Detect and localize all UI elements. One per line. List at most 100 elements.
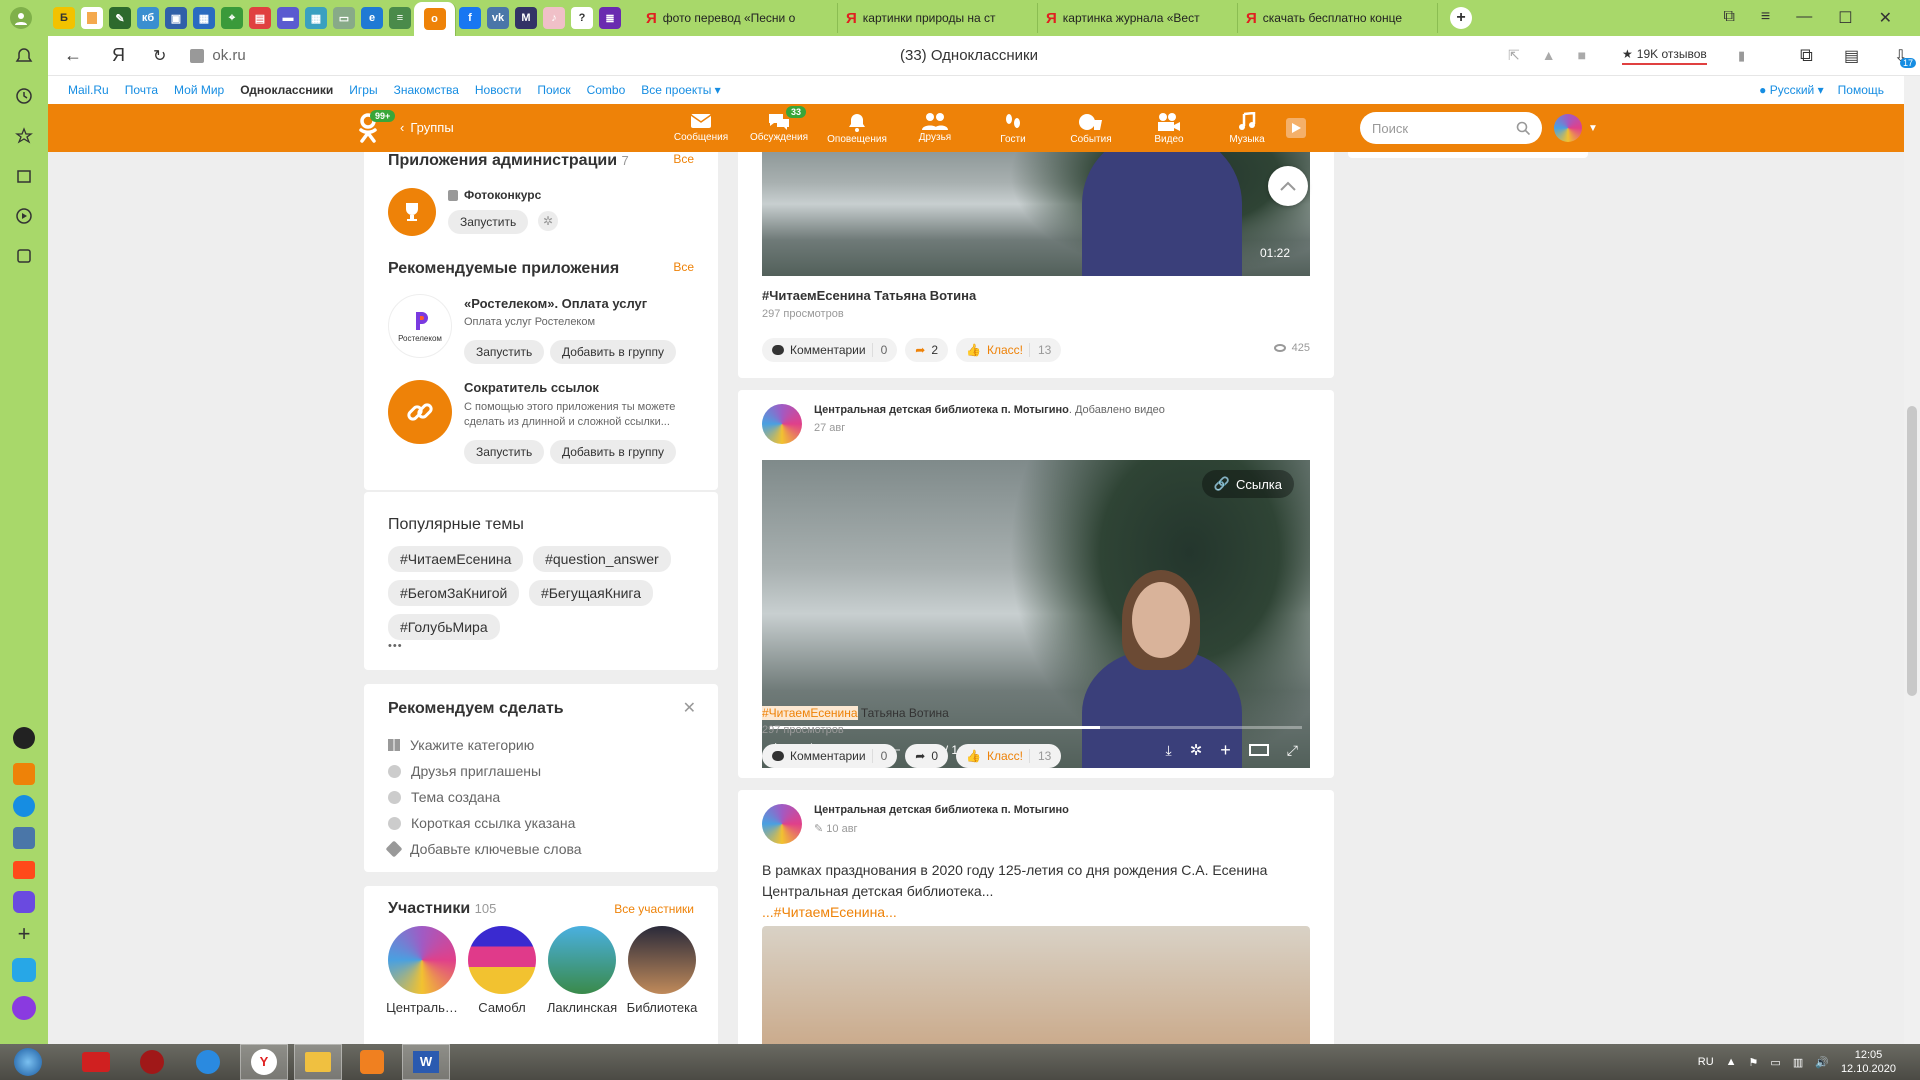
link-shortener-launch-button[interactable]: Запустить [464,440,545,464]
add-app-icon[interactable]: + [0,918,48,950]
close-window-icon[interactable]: ✕ [1879,8,1892,28]
scrollbar-thumb[interactable] [1907,406,1917,696]
group-avatar[interactable] [762,404,802,444]
downloads-icon[interactable]: ▤ [1844,46,1859,66]
post-caption[interactable]: #ЧитаемЕсенина Татьяна Вотина [762,706,949,720]
music-play-button[interactable] [1286,118,1306,138]
back-icon[interactable]: ← [64,45,82,66]
plus-icon[interactable]: + [1220,740,1231,761]
tab-icon-vk[interactable]: vk [487,7,509,29]
video-player[interactable]: 01:22 [762,152,1310,276]
post-hashtag[interactable]: #ЧитаемЕсенина [774,904,885,920]
minimize-icon[interactable]: — [1796,8,1812,28]
nav-notifications[interactable]: Оповещения [818,112,896,145]
link-shortener-logo[interactable] [388,380,452,444]
participant[interactable]: Библиотека [622,926,702,1015]
tab-icon-image[interactable]: ▣ [165,7,187,29]
tab-icon-edge[interactable]: e [361,7,383,29]
nav-music[interactable]: Музыка [1208,112,1286,145]
send-app-icon[interactable] [0,950,48,990]
alice-icon[interactable] [0,718,48,758]
todo-item[interactable]: Тема создана [388,784,582,810]
bell-icon[interactable] [0,36,48,76]
yandex-home-icon[interactable]: Я [112,45,125,66]
tray-arrow-icon[interactable]: ▲ [1726,1056,1737,1068]
admin-apps-all-link[interactable]: Все [673,152,694,166]
scroll-up-button[interactable] [1268,166,1308,206]
alice-assistant-icon[interactable] [0,990,48,1026]
collections-icon[interactable] [0,156,48,196]
tab-icon-facebook[interactable]: f [459,7,481,29]
tab-icon-kb[interactable]: кб [137,7,159,29]
comments-button[interactable]: Комментарии 0 [762,338,898,362]
nav-friends[interactable]: Друзья [896,112,974,145]
tab-icon-map[interactable]: ⌖ [221,7,243,29]
translate-icon[interactable]: ⧉ [1800,45,1813,66]
link-poisk[interactable]: Поиск [537,83,570,97]
tab-ok-active[interactable]: о [414,2,456,36]
notes-icon[interactable] [0,236,48,276]
share-button[interactable]: ➦ 0 [905,744,949,768]
nav-messages[interactable]: Сообщения [662,112,740,145]
link-igry[interactable]: Игры [349,83,377,97]
taskbar-app-yandex[interactable]: Y [240,1044,288,1080]
taskbar-app-word[interactable]: W [402,1044,450,1080]
link-combo[interactable]: Combo [587,83,626,97]
thumbs-icon[interactable]: ▲ [1542,47,1556,64]
todo-item[interactable]: Короткая ссылка указана [388,810,582,836]
share-icon[interactable]: ⇱ [1508,47,1520,64]
tab-icon-gmail[interactable]: M [515,7,537,29]
nav-video[interactable]: Видео [1130,112,1208,145]
link-novosti[interactable]: Новости [475,83,521,97]
history-icon[interactable] [0,76,48,116]
tab-icon-doc[interactable]: ≡ [389,7,411,29]
gear-icon[interactable]: ✲ [538,211,558,231]
tab-icon-grid[interactable]: ▦ [305,7,327,29]
klass-button[interactable]: 👍 Класс! 13 [956,338,1062,362]
language-indicator[interactable]: RU [1698,1056,1714,1068]
link-moi-mir[interactable]: Мой Мир [174,83,224,97]
ok-app-icon[interactable] [0,758,48,790]
tab-icon-ballet[interactable]: ♪ [543,7,565,29]
reload-icon[interactable]: ↻ [153,46,166,66]
tab-1[interactable]: Яфото перевод «Песни о [638,3,838,33]
link-znakomstva[interactable]: Знакомства [394,83,459,97]
mail-app-icon[interactable] [0,790,48,822]
rostelecom-app-name[interactable]: «Ростелеком». Оплата услуг [464,296,647,311]
language-select[interactable]: ● Русский ▾ [1759,83,1824,97]
tab-2[interactable]: Якартинки природы на ст [838,3,1038,33]
todo-item[interactable]: Укажите категорию [388,732,582,758]
tab-icon-clock[interactable]: ? [571,7,593,29]
clock[interactable]: 12:05 12.10.2020 [1841,1048,1896,1076]
flag-icon[interactable]: ⚑ [1749,1056,1759,1069]
link-button[interactable]: 🔗 Ссылка [1201,470,1294,498]
miniplayer-icon[interactable] [1248,744,1269,756]
messenger-app-icon[interactable] [0,886,48,918]
link-all-projects[interactable]: Все проекты ▾ [641,83,720,97]
comments-button[interactable]: Комментарии 0 [762,744,898,768]
recommended-apps-all-link[interactable]: Все [673,260,694,274]
caption-hashtag[interactable]: #ЧитаемЕсенина [762,706,858,720]
player-progress-track[interactable] [770,726,1302,729]
tab-icon-photo[interactable]: ▦ [193,7,215,29]
tab-icon-folder[interactable]: ▬ [277,7,299,29]
speaker-icon[interactable]: 🔊 [1815,1056,1829,1069]
participant[interactable]: Лаклинская [542,926,622,1015]
link-mailru[interactable]: Mail.Ru [68,83,109,97]
admin-app-launch-button[interactable]: Запустить [448,210,529,234]
link-odnoklassniki[interactable]: Одноклассники [240,83,333,97]
participant[interactable]: Самобл [462,926,542,1015]
tab-icon-calendar[interactable]: ▤ [249,7,271,29]
todo-item[interactable]: Друзья приглашены [388,758,582,784]
play-circle-icon[interactable] [0,196,48,236]
yandex-app-icon[interactable] [0,854,48,886]
download-icon[interactable]: ⤓ [1166,742,1172,759]
rostelecom-launch-button[interactable]: Запустить [464,340,545,364]
bookmark-icon[interactable]: ▮ [1738,48,1745,64]
search-input[interactable]: Поиск [1360,112,1542,144]
profile-icon[interactable] [10,7,32,29]
new-tab-icon[interactable]: + [1450,7,1472,29]
address-field[interactable]: ok.ru [212,47,245,64]
tab-icon-notes[interactable] [81,7,103,29]
post-image[interactable] [762,926,1310,1044]
